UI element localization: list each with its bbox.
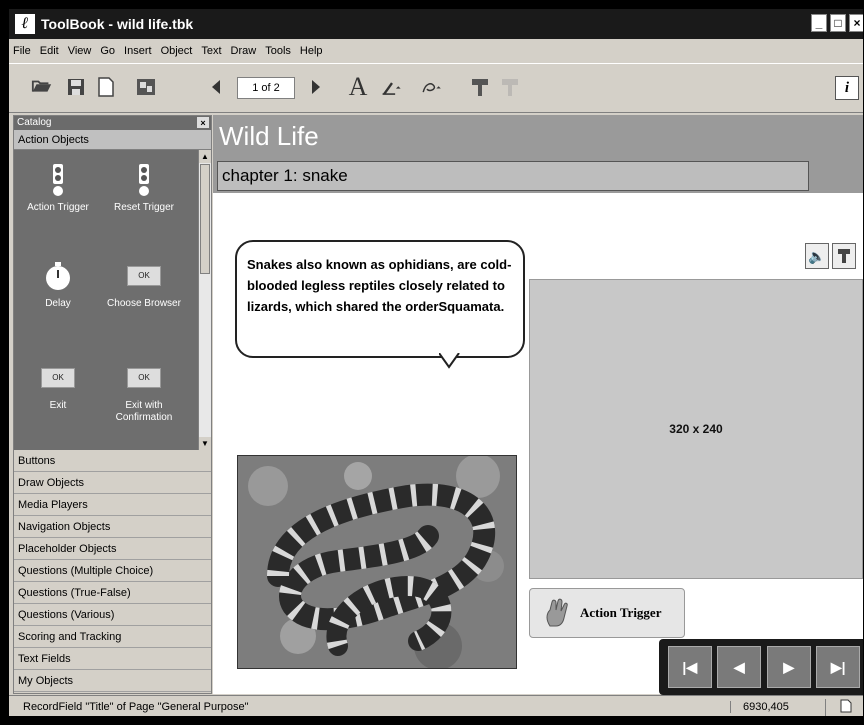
next-page-button[interactable]: ▶	[766, 646, 811, 688]
ok-button-icon: OK	[126, 258, 162, 294]
first-page-button[interactable]: |◀	[667, 646, 712, 688]
window-title: ToolBook - wild life.tbk	[41, 16, 194, 32]
catalog-panel: Catalog × Action Objects Action Trigger …	[13, 115, 212, 694]
menu-object[interactable]: Object	[161, 45, 193, 57]
catalog-object-delay[interactable]: Delay	[18, 258, 98, 310]
snake-photo	[237, 455, 517, 669]
navigation-bar: |◀ ◀ ▶ ▶|	[659, 639, 863, 695]
speech-bubble-tail	[439, 353, 460, 369]
reset-trigger-icon	[126, 162, 162, 198]
menu-view[interactable]: View	[68, 45, 92, 57]
close-button[interactable]: ×	[849, 14, 863, 32]
status-document-icon	[825, 698, 863, 716]
next-page-icon[interactable]	[305, 76, 327, 98]
menu-insert[interactable]: Insert	[124, 45, 152, 57]
previous-page-button[interactable]: ◀	[717, 646, 762, 688]
media-placeholder[interactable]: 320 x 240	[529, 279, 863, 579]
properties-icon[interactable]	[469, 76, 491, 98]
action-trigger-label: Action Trigger	[580, 605, 662, 620]
catalog-object-exit-with-confirmation[interactable]: OK Exit with Confirmation	[104, 360, 184, 424]
catalog-section-action-objects[interactable]: Action Objects	[14, 130, 211, 150]
minimize-button[interactable]: _	[811, 14, 827, 32]
ok-button-icon: OK	[40, 360, 76, 396]
scroll-down-icon[interactable]: ▼	[199, 437, 211, 450]
last-page-button[interactable]: ▶|	[816, 646, 861, 688]
line-tool-icon[interactable]	[381, 76, 403, 98]
catalog-section-scoring-and-tracking[interactable]: Scoring and Tracking	[14, 626, 211, 648]
catalog-object-label: Reset Trigger	[113, 202, 175, 213]
catalog-section-my-objects[interactable]: My Objects	[14, 670, 211, 692]
text-tool-icon[interactable]: A	[347, 72, 369, 101]
catalog-section-draw-objects[interactable]: Draw Objects	[14, 472, 211, 494]
scroll-thumb[interactable]	[200, 164, 210, 274]
catalog-object-label: Action Trigger	[27, 202, 89, 213]
ok-button-icon: OK	[126, 360, 162, 396]
catalog-close-icon[interactable]: ×	[197, 117, 209, 128]
media-controls: 🔈	[805, 243, 856, 269]
status-text: RecordField "Title" of Page "General Pur…	[23, 701, 249, 713]
info-button[interactable]: i	[835, 76, 859, 100]
app-window: ℓ ToolBook - wild life.tbk _ □ × File Ed…	[8, 8, 864, 717]
catalog-object-reset-trigger[interactable]: Reset Trigger	[104, 162, 184, 214]
catalog-section-questions-true-false[interactable]: Questions (True-False)	[14, 582, 211, 604]
trigger-icon	[40, 162, 76, 198]
catalog-section-questions-multiple-choice[interactable]: Questions (Multiple Choice)	[14, 560, 211, 582]
menu-file[interactable]: File	[13, 45, 31, 57]
save-icon[interactable]	[65, 76, 87, 98]
chapter-heading: chapter 1: snake	[217, 161, 809, 191]
status-coordinates: 6930,405	[730, 701, 825, 713]
catalog-icon[interactable]	[135, 76, 157, 98]
speaker-icon[interactable]: 🔈	[805, 243, 829, 269]
catalog-object-label: Delay	[45, 298, 71, 309]
stopwatch-icon	[40, 258, 76, 294]
toolbar: 1 of 2 A i	[9, 63, 863, 113]
page-indicator-field[interactable]: 1 of 2	[237, 77, 295, 99]
catalog-title: Catalog	[17, 117, 52, 128]
draw-tool-icon[interactable]	[421, 76, 443, 98]
menu-help[interactable]: Help	[300, 45, 323, 57]
open-icon[interactable]	[31, 76, 53, 98]
catalog-section-media-players[interactable]: Media Players	[14, 494, 211, 516]
book-page: Wild Life chapter 1: snake Snakes also k…	[213, 115, 863, 695]
scroll-up-icon[interactable]: ▲	[199, 150, 211, 163]
action-objects-grid: Action Trigger Reset Trigger Delay OK Ch…	[14, 150, 211, 450]
catalog-scrollbar[interactable]: ▲ ▼	[198, 150, 211, 450]
catalog-object-choose-browser[interactable]: OK Choose Browser	[104, 258, 184, 310]
menu-go[interactable]: Go	[100, 45, 115, 57]
toolbook-app-icon: ℓ	[15, 14, 35, 34]
catalog-section-navigation-objects[interactable]: Navigation Objects	[14, 516, 211, 538]
disabled-tool-icon	[499, 76, 521, 98]
menu-edit[interactable]: Edit	[40, 45, 59, 57]
menu-tools[interactable]: Tools	[265, 45, 291, 57]
maximize-button[interactable]: □	[830, 14, 846, 32]
catalog-section-text-fields[interactable]: Text Fields	[14, 648, 211, 670]
hand-icon	[546, 598, 568, 627]
catalog-object-label: Exit with Confirmation	[115, 400, 173, 423]
catalog-object-action-trigger[interactable]: Action Trigger	[18, 162, 98, 214]
catalog-object-exit[interactable]: OK Exit	[18, 360, 98, 412]
tool-icon[interactable]	[832, 243, 856, 269]
action-trigger-button[interactable]: Action Trigger	[529, 588, 685, 638]
new-page-icon[interactable]	[95, 76, 117, 98]
catalog-header: Catalog ×	[14, 116, 211, 130]
speech-bubble: Snakes also known as ophidians, are cold…	[235, 240, 525, 358]
catalog-object-label: Exit	[49, 400, 67, 411]
title-bar: ℓ ToolBook - wild life.tbk _ □ ×	[9, 9, 863, 39]
page-header-band: Wild Life chapter 1: snake	[213, 115, 863, 193]
page-title: Wild Life	[219, 121, 319, 151]
menu-draw[interactable]: Draw	[231, 45, 257, 57]
catalog-object-label: Choose Browser	[107, 298, 181, 309]
catalog-section-placeholder-objects[interactable]: Placeholder Objects	[14, 538, 211, 560]
catalog-section-questions-various[interactable]: Questions (Various)	[14, 604, 211, 626]
menu-text[interactable]: Text	[201, 45, 221, 57]
previous-page-icon[interactable]	[205, 76, 227, 98]
menu-bar: File Edit View Go Insert Object Text Dra…	[9, 39, 863, 63]
status-bar: RecordField "Title" of Page "General Pur…	[9, 695, 863, 716]
catalog-section-buttons[interactable]: Buttons	[14, 450, 211, 472]
